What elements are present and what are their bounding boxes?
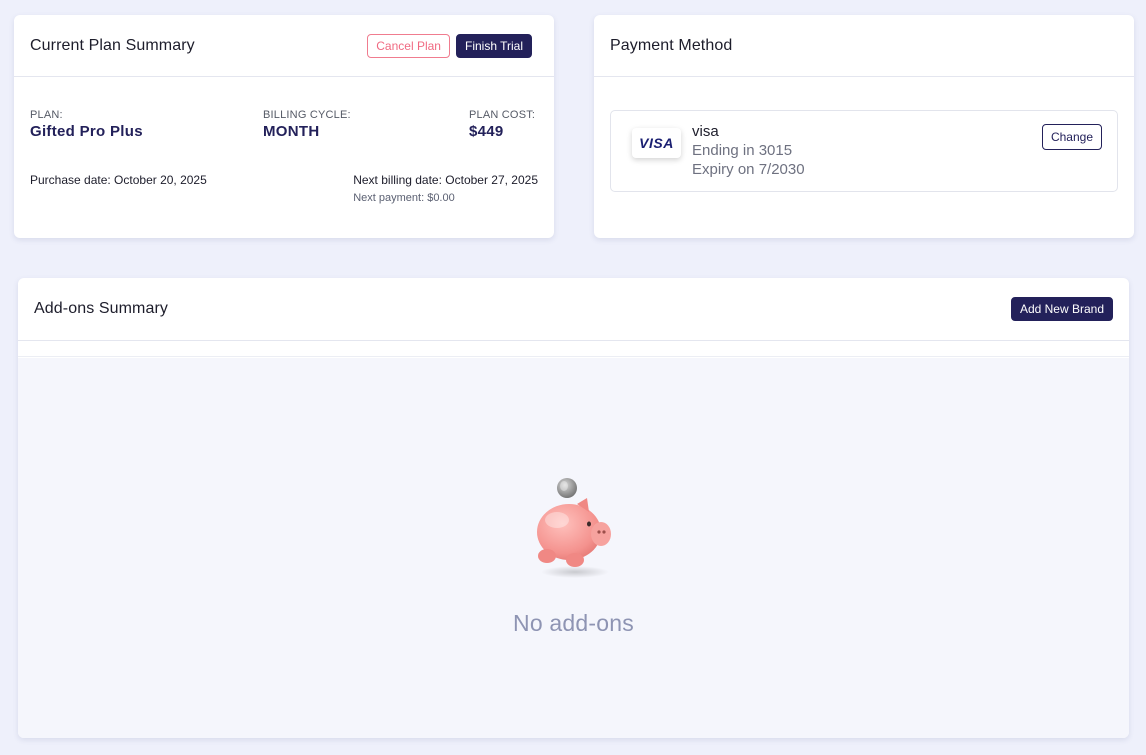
card-brand: visa [692,123,719,140]
card-expiry: Expiry on 7/2030 [692,161,805,178]
visa-logo-icon: VISA [632,128,681,158]
plan-card-title: Current Plan Summary [30,36,195,54]
plan-name-group: PLAN: Gifted Pro Plus [30,109,143,140]
payment-card-title: Payment Method [610,36,733,54]
piggy-bank-icon [529,476,619,580]
finish-trial-button[interactable]: Finish Trial [455,33,532,58]
next-payment: Next payment: $0.00 [353,192,455,204]
addons-card: Add-ons Summary Add New Brand No add-ons [18,278,1129,738]
addons-card-header: Add-ons Summary Add New Brand [18,278,1129,341]
payment-card-header: Payment Method [594,15,1134,77]
next-billing-group: Next billing date: October 27, 2025 Next… [353,173,538,204]
plan-card-header: Current Plan Summary Cancel Plan Finish … [14,15,554,77]
card-info: visa Ending in 3015 Expiry on 7/2030 [692,123,805,178]
payment-method-box: VISA visa Ending in 3015 Expiry on 7/203… [610,110,1118,192]
plan-cost-group: PLAN COST: $449 [469,109,535,140]
add-new-brand-button[interactable]: Add New Brand [1010,297,1113,321]
addons-empty-area: No add-ons [18,358,1129,738]
addons-card-title: Add-ons Summary [34,300,168,317]
plan-label: PLAN: [30,109,63,121]
billing-cycle-label: BILLING CYCLE: [263,109,351,121]
addons-divider [18,341,1129,357]
next-billing-date: Next billing date: October 27, 2025 [353,173,538,187]
payment-method-card: Payment Method VISA visa Ending in 3015 … [594,15,1134,238]
plan-actions: Cancel Plan Finish Trial [367,33,532,58]
empty-state-text: No add-ons [513,610,634,636]
current-plan-card: Current Plan Summary Cancel Plan Finish … [14,15,554,238]
purchase-date: Purchase date: October 20, 2025 [30,173,207,187]
change-payment-button[interactable]: Change [1041,124,1102,150]
empty-state: No add-ons [18,476,1129,637]
plan-name: Gifted Pro Plus [30,123,143,140]
card-ending: Ending in 3015 [692,142,793,159]
billing-cycle-group: BILLING CYCLE: MONTH [263,109,351,140]
billing-cycle-value: MONTH [263,123,320,140]
plan-cost-value: $449 [469,123,504,140]
cancel-plan-button[interactable]: Cancel Plan [367,33,450,58]
plan-cost-label: PLAN COST: [469,109,536,121]
